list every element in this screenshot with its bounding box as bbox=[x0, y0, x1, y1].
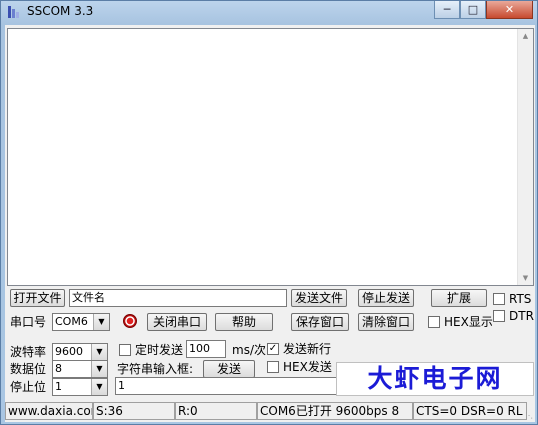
stop-bits-select[interactable]: 1 ▼ bbox=[52, 378, 108, 396]
dtr-checkbox[interactable] bbox=[493, 310, 505, 322]
data-bits-value: 8 bbox=[55, 362, 62, 375]
port-select[interactable]: COM6 ▼ bbox=[52, 313, 110, 331]
chevron-down-icon[interactable]: ▼ bbox=[91, 344, 107, 360]
close-icon: ✕ bbox=[504, 3, 515, 16]
rts-checkbox[interactable] bbox=[493, 293, 505, 305]
status-bar: www.daxia.cor S:36 R:0 COM6已打开 9600bps 8… bbox=[5, 401, 535, 421]
close-button[interactable]: ✕ bbox=[486, 1, 533, 19]
window-title: SSCOM 3.3 bbox=[27, 4, 94, 18]
brand-banner: 大虾电子网 bbox=[336, 362, 534, 396]
vertical-scrollbar[interactable]: ▲ ▼ bbox=[517, 29, 533, 285]
scroll-up-icon[interactable]: ▲ bbox=[518, 29, 533, 43]
port-value: COM6 bbox=[55, 315, 88, 328]
data-bits-select[interactable]: 8 ▼ bbox=[52, 360, 108, 378]
input-label: 字符串输入框: bbox=[117, 362, 194, 376]
send-newline-label: 发送新行 bbox=[283, 342, 332, 356]
send-newline-checkbox[interactable]: ✓ bbox=[267, 343, 279, 355]
hex-display-label: HEX显示 bbox=[444, 315, 493, 329]
expand-button[interactable]: 扩展 bbox=[431, 289, 487, 307]
save-window-button[interactable]: 保存窗口 bbox=[291, 313, 349, 331]
interval-unit: ms/次 bbox=[232, 343, 266, 357]
status-received: R:0 bbox=[175, 402, 257, 420]
send-button[interactable]: 发送 bbox=[203, 360, 255, 378]
stop-bits-label: 停止位 bbox=[10, 380, 47, 394]
interval-input[interactable]: 100 bbox=[186, 340, 226, 358]
checkmark-icon: ✓ bbox=[268, 343, 278, 354]
minimize-button[interactable]: ─ bbox=[434, 1, 460, 19]
stop-bits-value: 1 bbox=[55, 380, 62, 393]
maximize-button[interactable]: □ bbox=[460, 1, 486, 19]
rts-label: RTS bbox=[509, 292, 532, 306]
stop-send-button[interactable]: 停止发送 bbox=[358, 289, 414, 307]
app-icon bbox=[8, 6, 19, 18]
hex-send-checkbox[interactable] bbox=[267, 361, 279, 373]
dtr-label: DTR bbox=[509, 309, 534, 323]
maximize-icon: □ bbox=[467, 3, 479, 16]
data-bits-label: 数据位 bbox=[10, 362, 47, 376]
title-bar[interactable]: SSCOM 3.3 ─ □ ✕ bbox=[1, 1, 537, 23]
chevron-down-icon[interactable]: ▼ bbox=[91, 379, 107, 395]
chevron-down-icon[interactable]: ▼ bbox=[91, 361, 107, 377]
scroll-down-icon[interactable]: ▼ bbox=[518, 271, 533, 285]
resize-grip-icon[interactable]: ⋱ bbox=[525, 411, 535, 421]
hex-display-checkbox[interactable] bbox=[428, 316, 440, 328]
baud-select[interactable]: 9600 ▼ bbox=[52, 343, 108, 361]
baud-value: 9600 bbox=[55, 345, 83, 358]
port-status-icon bbox=[123, 314, 137, 328]
status-port: COM6已打开 9600bps 8 bbox=[257, 402, 413, 420]
status-sent: S:36 bbox=[93, 402, 175, 420]
open-file-button[interactable]: 打开文件 bbox=[10, 289, 65, 307]
baud-label: 波特率 bbox=[10, 345, 47, 359]
help-button[interactable]: 帮助 bbox=[215, 313, 273, 331]
client-area: ▲ ▼ 打开文件 文件名 发送文件 停止发送 扩展 RTS 串口号 COM6 ▼… bbox=[5, 25, 535, 422]
chevron-down-icon[interactable]: ▼ bbox=[93, 314, 109, 330]
clear-window-button[interactable]: 清除窗口 bbox=[358, 313, 414, 331]
minimize-icon: ─ bbox=[443, 3, 451, 16]
timed-send-label: 定时发送 bbox=[135, 343, 184, 357]
port-label: 串口号 bbox=[10, 315, 47, 329]
send-file-button[interactable]: 发送文件 bbox=[291, 289, 347, 307]
status-website: www.daxia.cor bbox=[5, 402, 93, 420]
file-name-input[interactable]: 文件名 bbox=[69, 289, 287, 307]
timed-send-checkbox[interactable] bbox=[119, 344, 131, 356]
app-window: SSCOM 3.3 ─ □ ✕ ▲ ▼ 打开文件 文件名 发送文件 停止发送 扩… bbox=[0, 0, 538, 425]
hex-send-label: HEX发送 bbox=[283, 360, 332, 374]
status-lines: CTS=0 DSR=0 RL bbox=[413, 402, 527, 420]
receive-area[interactable]: ▲ ▼ bbox=[7, 28, 534, 286]
close-port-button[interactable]: 关闭串口 bbox=[147, 313, 207, 331]
